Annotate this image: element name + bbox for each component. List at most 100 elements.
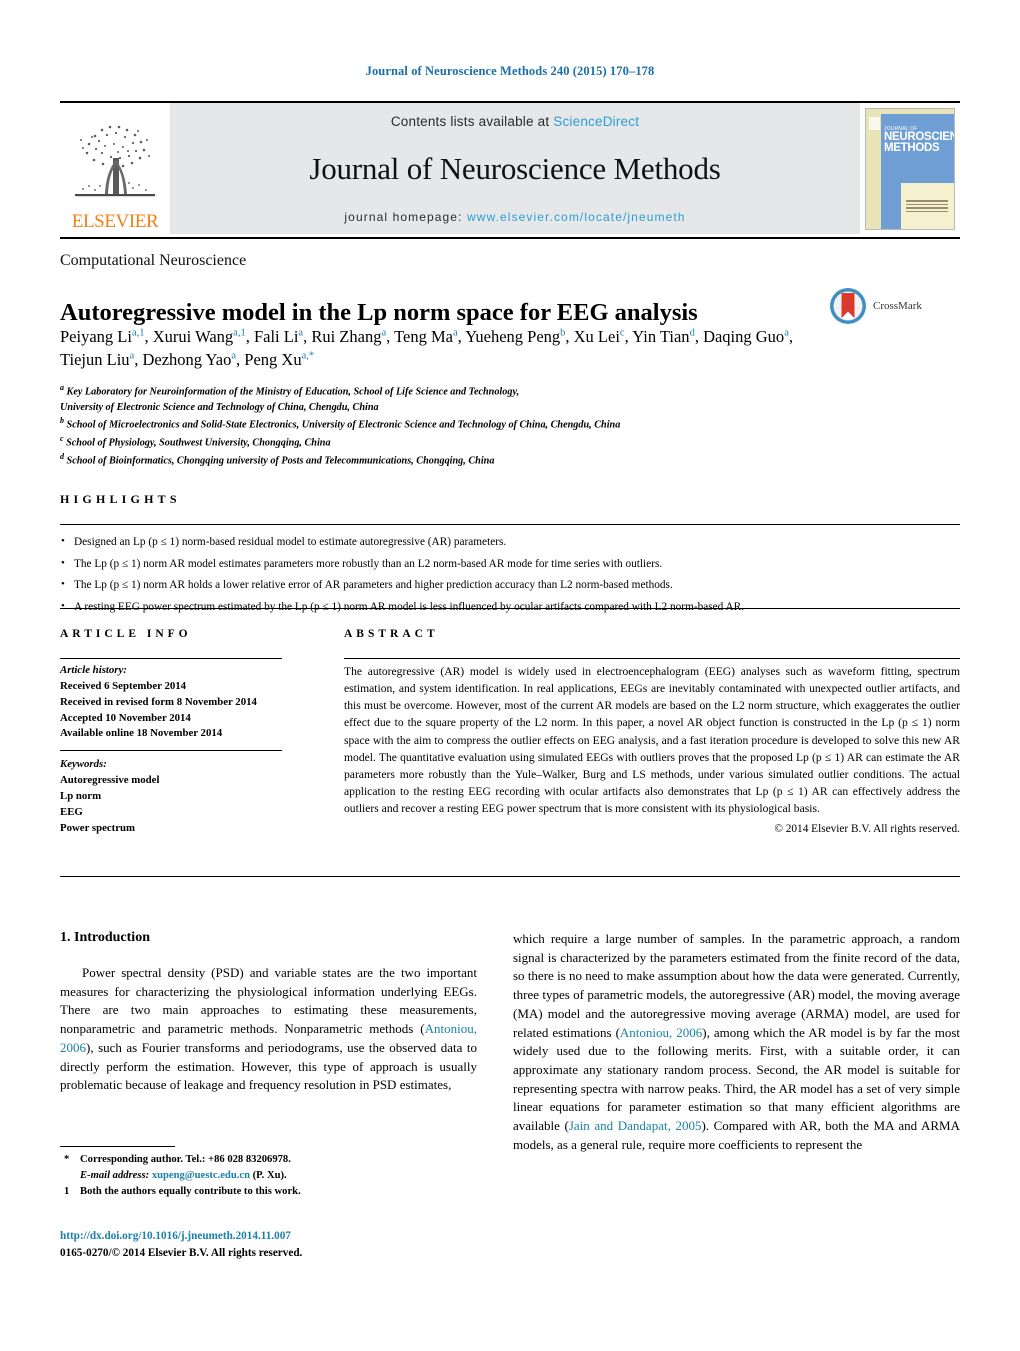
author-name: Peiyang Li [60, 327, 132, 346]
article-info-rule [60, 658, 282, 659]
intro-right-mid: ), among which the AR model is by far th… [513, 1024, 960, 1134]
footnote-marker-one: 1 [64, 1186, 70, 1198]
sciencedirect-link[interactable]: ScienceDirect [553, 114, 639, 129]
author-name: Tiejun Liu [60, 350, 130, 370]
article-info-separator [60, 750, 282, 752]
author-name: Xu Lei [573, 327, 620, 346]
citation-antoniou-2006-right[interactable]: Antoniou, 2006 [620, 1025, 702, 1040]
crossmark-badge[interactable]: CrossMark [828, 283, 958, 329]
footnote-email: E-mail address: xupeng@uestc.edu.cn (P. … [60, 1168, 480, 1184]
intro-left-post: ), such as Fourier transforms and period… [60, 1039, 477, 1093]
cover-emblem-icon [869, 116, 880, 130]
highlights-list: Designed an Lp (p ≤ 1) norm-based residu… [60, 531, 960, 619]
abstract-body: The autoregressive (AR) model is widely … [344, 663, 960, 838]
journal-homepage-link[interactable]: www.elsevier.com/locate/jneumeth [467, 210, 686, 224]
author-affiliation-marker: a [452, 327, 458, 339]
author-affiliation-marker: a,* [301, 350, 315, 362]
affiliation-marker: d [60, 452, 64, 462]
intro-right-pre: which require a large number of samples.… [513, 931, 960, 1040]
article-info-body: Article history: Received 6 September 20… [60, 663, 300, 837]
highlights-heading: HIGHLIGHTS [60, 492, 181, 506]
keyword-item: Lp norm [60, 790, 102, 803]
introduction-heading: 1. Introduction [60, 930, 150, 945]
cover-placeholder-lines [906, 200, 948, 214]
affiliation-marker: b [60, 416, 64, 426]
author-affiliation-marker: d [689, 327, 695, 339]
affiliation-line: a Key Laboratory for Neuroinformation of… [60, 383, 520, 398]
author-affiliation-marker: a [129, 350, 135, 362]
article-history-item: Accepted 10 November 2014 [60, 711, 191, 724]
author-name: Peng Xu [244, 350, 302, 370]
author-affiliation-marker: a,1 [233, 327, 246, 339]
author-affiliation-marker: a,1 [131, 327, 145, 339]
highlights-top-rule [60, 524, 960, 525]
footnote-block: * Corresponding author. Tel.: +86 028 83… [60, 1152, 480, 1201]
article-history-item: Received in revised form 8 November 2014 [60, 695, 257, 708]
affiliation-line: c School of Physiology, Southwest Univer… [60, 434, 331, 449]
author-name: Yueheng Peng [465, 327, 561, 346]
contents-prefix: Contents lists available at [390, 114, 554, 129]
author-name: Dezhong Yao [142, 350, 232, 370]
footnote-equal-contribution: 1 Both the authors equally contribute to… [60, 1184, 480, 1200]
journal-band: Contents lists available at ScienceDirec… [170, 103, 860, 234]
keyword-item: EEG [60, 805, 83, 818]
affiliation-line: d School of Bioinformatics, Chongqing un… [60, 452, 495, 467]
elsevier-tree-icon [69, 116, 161, 212]
keywords-label: Keywords: [60, 758, 107, 771]
journal-title: Journal of Neuroscience Methods [309, 151, 721, 187]
article-history-item: Received 6 September 2014 [60, 679, 187, 692]
body-column-right: which require a large number of samples.… [513, 930, 960, 1155]
author-affiliation-marker: a [381, 327, 387, 339]
contents-available-line: Contents lists available at ScienceDirec… [391, 114, 639, 129]
highlight-item: The Lp (p ≤ 1) norm AR holds a lower rel… [60, 574, 960, 597]
doi-block: http://dx.doi.org/10.1016/j.jneumeth.201… [60, 1228, 490, 1261]
cover-artwork: JOURNAL OF NEUROSCIENCE METHODS [865, 107, 955, 230]
author-name: Rui Zhang [311, 327, 382, 346]
email-link[interactable]: xupeng@uestc.edu.cn [152, 1170, 250, 1181]
author-name: Fali Li [253, 327, 299, 346]
article-history-item: Available online 18 November 2014 [60, 727, 223, 740]
cover-line-3: METHODS [884, 142, 940, 154]
article-history-label: Article history: [60, 664, 127, 676]
crossmark-icon [830, 288, 866, 324]
abstract-heading: ABSTRACT [344, 628, 439, 640]
journal-cover-thumbnail: JOURNAL OF NEUROSCIENCE METHODS [860, 103, 960, 234]
affiliation-marker: c [60, 434, 64, 444]
journal-masthead: ELSEVIER Contents lists available at Sci… [60, 101, 960, 239]
keyword-item: Autoregressive model [60, 774, 160, 787]
citation-jain-dandapat-2005[interactable]: Jain and Dandapat, 2005 [569, 1118, 702, 1133]
author-affiliation-marker: a [298, 327, 304, 339]
highlights-bottom-rule [60, 608, 960, 609]
abstract-copyright: © 2014 Elsevier B.V. All rights reserved… [774, 823, 960, 836]
author-list: Peiyang Lia,1, Xurui Wanga,1, Fali Lia, … [60, 327, 793, 370]
footnote-marker-asterisk: * [64, 1154, 70, 1165]
author-affiliation-marker: b [560, 327, 566, 339]
elsevier-wordmark: ELSEVIER [71, 211, 159, 232]
abstract-bottom-rule [60, 876, 960, 877]
author-name: Teng Ma [394, 327, 453, 346]
intro-paragraph-right: which require a large number of samples.… [513, 930, 960, 1155]
author-name: Daqing Guo [703, 327, 785, 346]
email-label: E-mail address: [80, 1170, 150, 1182]
intro-paragraph-left: Power spectral density (PSD) and variabl… [60, 964, 477, 1095]
author-affiliation-marker: c [619, 327, 625, 339]
elsevier-logo: ELSEVIER [60, 103, 170, 234]
author-affiliation-marker: a [231, 350, 237, 362]
body-column-left: 1. Introduction Power spectral density (… [60, 930, 477, 1095]
running-head: Journal of Neuroscience Methods 240 (201… [365, 64, 655, 78]
author-name: Yin Tian [632, 327, 690, 346]
affiliation-line: University of Electronic Science and Tec… [60, 401, 379, 413]
affiliation-line: b School of Microelectronics and Solid-S… [60, 416, 621, 431]
highlight-item: Designed an Lp (p ≤ 1) norm-based residu… [60, 531, 960, 554]
doi-link[interactable]: http://dx.doi.org/10.1016/j.jneumeth.201… [60, 1228, 490, 1245]
page-title: Autoregressive model in the Lp norm spac… [60, 299, 698, 327]
affiliation-list: a Key Laboratory for Neuroinformation of… [60, 382, 860, 469]
keyword-items: Autoregressive model Lp norm EEG Power spec… [60, 773, 300, 836]
footnote-corresponding-text: Corresponding author. Tel.: +86 028 8320… [80, 1154, 291, 1165]
section-category: Computational Neuroscience [60, 252, 247, 269]
footnote-rule [60, 1146, 175, 1147]
issn-copyright-line: 0165-0270/© 2014 Elsevier B.V. All right… [60, 1246, 303, 1259]
footnote-corresponding-author: * Corresponding author. Tel.: +86 028 83… [60, 1152, 480, 1168]
intro-left-pre: Power spectral density (PSD) and variabl… [60, 965, 477, 1037]
abstract-text: The autoregressive (AR) model is widely … [344, 665, 960, 816]
